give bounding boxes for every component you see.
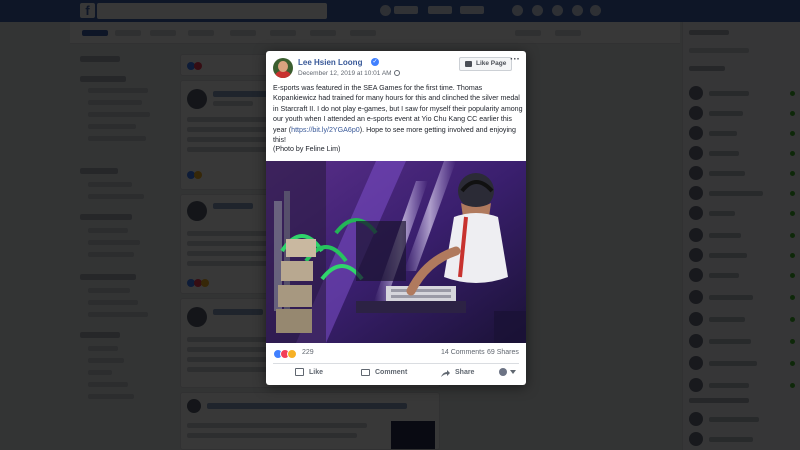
reaction-profile-selector[interactable] <box>499 367 519 377</box>
ellipsis-icon[interactable]: ··· <box>510 55 522 67</box>
monitor <box>286 239 316 257</box>
monitor <box>278 285 312 307</box>
keyboard-keys <box>391 295 451 298</box>
comment-button[interactable]: Comment <box>361 369 407 376</box>
share-arrow-icon <box>441 370 450 377</box>
wow-reaction-icon <box>287 349 297 359</box>
thumbs-up-icon <box>295 368 304 376</box>
avatar-icon <box>499 368 507 376</box>
post-action-bar: Like Comment Share <box>273 363 519 383</box>
shares-count[interactable]: 69 Shares <box>487 349 519 356</box>
like-label: Like <box>309 369 324 376</box>
share-label: Share <box>455 369 475 376</box>
chevron-down-icon <box>510 370 516 374</box>
post-timestamp[interactable]: December 12, 2019 at 10:01 AM <box>298 70 392 77</box>
monitor <box>276 309 312 333</box>
desk <box>356 301 466 313</box>
share-button[interactable]: Share <box>441 369 475 377</box>
like-page-button[interactable]: Like Page <box>459 57 512 71</box>
thumbs-up-icon <box>465 61 472 67</box>
photo-credit: (Photo by Feline Lim) <box>273 145 341 153</box>
pc-rig <box>356 221 406 281</box>
like-page-label: Like Page <box>476 60 507 67</box>
like-button[interactable]: Like <box>295 368 324 376</box>
comment-bubble-icon <box>361 369 370 376</box>
chair <box>494 311 526 343</box>
avatar-shirt <box>275 71 291 78</box>
post-link[interactable]: https://bit.ly/2YGA6p0 <box>291 126 360 134</box>
globe-icon <box>394 70 400 76</box>
comments-count[interactable]: 14 Comments <box>441 349 485 356</box>
author-avatar[interactable] <box>273 58 293 78</box>
post-text: E-sports was featured in the SEA Games f… <box>273 83 523 145</box>
reaction-count[interactable]: 229 <box>302 349 314 356</box>
comment-label: Comment <box>375 369 408 376</box>
keyboard-keys <box>391 289 451 292</box>
post-photo[interactable] <box>266 161 526 343</box>
post-author-name[interactable]: Lee Hsien Loong <box>298 58 362 67</box>
verified-badge-icon: ✓ <box>371 58 379 66</box>
avatar-face <box>278 61 288 72</box>
post-modal: Lee Hsien Loong ✓ December 12, 2019 at 1… <box>266 51 526 385</box>
monitor <box>281 261 313 281</box>
